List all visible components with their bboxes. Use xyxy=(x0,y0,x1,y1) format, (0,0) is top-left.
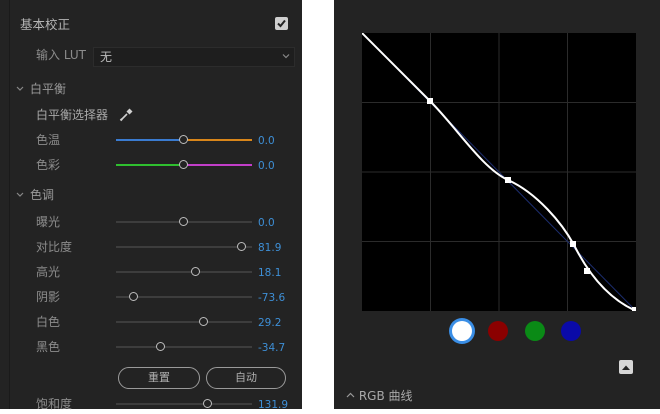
channel-white-button[interactable] xyxy=(452,321,472,341)
curve-point[interactable] xyxy=(632,307,637,312)
chevron-up-icon xyxy=(622,365,630,370)
chevron-up-icon xyxy=(346,392,355,398)
tone-slider-label: 对比度 xyxy=(36,240,73,254)
tone-slider-knob[interactable] xyxy=(128,291,138,301)
channel-blue-button[interactable] xyxy=(561,321,581,341)
tint-green-segment xyxy=(116,164,184,166)
rgb-curve-graph[interactable] xyxy=(361,32,637,312)
saturation-value[interactable]: 131.9 xyxy=(258,398,288,412)
tone-slider-value[interactable]: 81.9 xyxy=(258,241,281,255)
rgb-curves-label: RGB 曲线 xyxy=(358,389,413,403)
temperature-value[interactable]: 0.0 xyxy=(258,134,275,148)
tint-slider[interactable] xyxy=(116,159,252,169)
white-balance-section[interactable]: 白平衡 xyxy=(16,79,66,99)
tone-slider-track[interactable] xyxy=(116,291,252,301)
tone-slider-value[interactable]: 18.1 xyxy=(258,266,281,280)
tone-slider-knob[interactable] xyxy=(199,316,209,326)
tone-slider-track[interactable] xyxy=(116,316,252,326)
tone-slider-knob[interactable] xyxy=(191,266,201,276)
chevron-down-icon xyxy=(282,54,290,59)
rgb-curves-section[interactable]: RGB 曲线 xyxy=(346,387,413,405)
chevron-down-icon xyxy=(16,86,24,91)
temperature-cool-segment xyxy=(116,139,184,141)
input-lut-value: 无 xyxy=(100,50,113,64)
tone-slider-knob[interactable] xyxy=(155,341,165,351)
panel-divider xyxy=(9,0,10,409)
tint-label: 色彩 xyxy=(36,158,61,172)
tint-magenta-segment xyxy=(184,164,252,166)
reset-button[interactable]: 重置 xyxy=(118,367,200,389)
tone-slider-knob[interactable] xyxy=(179,216,188,226)
tone-slider-label: 阴影 xyxy=(36,290,61,304)
auto-button[interactable]: 自动 xyxy=(206,367,286,389)
curve-point[interactable] xyxy=(427,98,433,104)
tone-slider-label: 高光 xyxy=(36,265,61,279)
saturation-slider[interactable] xyxy=(116,398,252,408)
temperature-warm-segment xyxy=(184,139,252,141)
rgb-curve-svg xyxy=(361,32,637,312)
eyedropper-icon[interactable] xyxy=(118,107,134,123)
tone-slider-knob[interactable] xyxy=(237,241,247,251)
tone-label: 色调 xyxy=(30,188,55,202)
tone-section[interactable]: 色调 xyxy=(16,185,54,205)
tone-slider-track[interactable] xyxy=(116,216,252,226)
temperature-slider-knob[interactable] xyxy=(179,134,188,144)
tone-slider-value[interactable]: 0.0 xyxy=(258,216,275,230)
basic-correction-title: 基本校正 xyxy=(20,17,71,32)
white-balance-selector-label: 白平衡选择器 xyxy=(36,108,109,122)
channel-red-button[interactable] xyxy=(488,321,508,341)
curve-point[interactable] xyxy=(570,241,576,247)
saturation-slider-knob[interactable] xyxy=(203,398,213,408)
tone-slider-value[interactable]: -34.7 xyxy=(258,341,285,355)
input-lut-select[interactable]: 无 xyxy=(93,47,295,67)
tone-slider-label: 曝光 xyxy=(36,215,61,229)
temperature-label: 色温 xyxy=(36,133,61,147)
tone-slider-label: 白色 xyxy=(36,315,61,329)
collapse-toggle[interactable] xyxy=(619,360,633,374)
tint-value[interactable]: 0.0 xyxy=(258,159,275,173)
curve-point[interactable] xyxy=(505,177,511,183)
white-balance-label: 白平衡 xyxy=(30,82,67,96)
tint-slider-knob[interactable] xyxy=(179,159,188,169)
checkmark-icon xyxy=(277,19,286,28)
tone-slider-label: 黑色 xyxy=(36,340,61,354)
channel-green-button[interactable] xyxy=(525,321,545,341)
tone-slider-value[interactable]: 29.2 xyxy=(258,316,281,330)
tone-slider-value[interactable]: -73.6 xyxy=(258,291,285,305)
input-lut-label: 输入 LUT xyxy=(36,48,87,62)
temperature-slider[interactable] xyxy=(116,134,252,144)
saturation-label: 饱和度 xyxy=(36,397,73,411)
tone-slider-track[interactable] xyxy=(116,341,252,351)
chevron-down-icon xyxy=(16,192,24,197)
tone-slider-track[interactable] xyxy=(116,241,252,251)
tone-slider-track[interactable] xyxy=(116,266,252,276)
curve-point[interactable] xyxy=(584,268,590,274)
basic-correction-enable-checkbox[interactable] xyxy=(275,17,288,30)
